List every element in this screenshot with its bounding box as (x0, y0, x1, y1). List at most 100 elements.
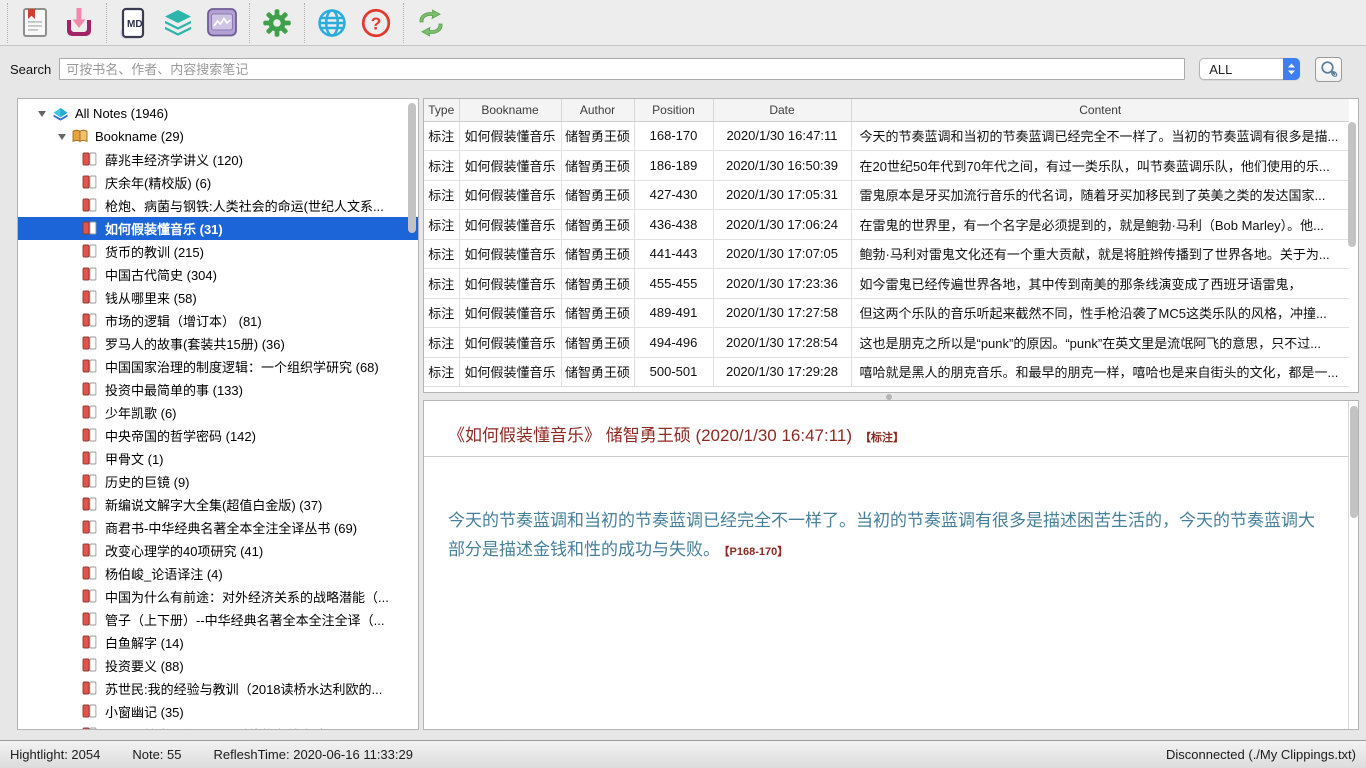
table-scrollbar-thumb[interactable] (1348, 122, 1356, 247)
column-header[interactable]: Position (634, 99, 713, 121)
detail-divider (424, 456, 1348, 457)
table-header-row: TypeBooknameAuthorPositionDateContent (424, 99, 1349, 121)
column-header[interactable]: Content (851, 99, 1349, 121)
sidebar-item-label: 投资要义 (88) (105, 656, 184, 675)
statistics-chart-icon[interactable] (200, 3, 244, 43)
sidebar-item[interactable]: 苏世民:我的经验与教训（2018读桥水达利欧的... (18, 677, 418, 700)
search-label: Search (10, 62, 51, 77)
sidebar-item-label: 枪炮、病菌与钢铁:人类社会的命运(世纪人文系... (105, 196, 384, 215)
sidebar-item[interactable]: 钱从哪里来 (58) (18, 286, 418, 309)
sidebar-item[interactable]: 货币的教训 (215) (18, 240, 418, 263)
table-cell: 168-170 (634, 121, 713, 151)
table-cell: 427-430 (634, 180, 713, 210)
sidebar-item[interactable]: 中国古代简史 (304) (18, 263, 418, 286)
sidebar-item[interactable]: 薛兆丰经济学讲义 (120) (18, 148, 418, 171)
table-cell: 如何假装懂音乐 (459, 328, 561, 358)
sidebar-scrollbar[interactable] (408, 101, 417, 727)
sidebar-item[interactable]: 中央帝国的哲学密码 (142) (18, 424, 418, 447)
table-row[interactable]: 标注如何假装懂音乐储智勇王硕455-4552020/1/30 17:23:36如… (424, 269, 1349, 299)
table-scrollbar[interactable] (1348, 122, 1357, 390)
sidebar-item[interactable]: 从零开始学写作：个人增值的有效方法 (6) (18, 723, 418, 730)
search-button[interactable] (1315, 57, 1342, 82)
settings-gear-icon[interactable] (255, 3, 299, 43)
table-cell: 如何假装懂音乐 (459, 239, 561, 269)
table-row[interactable]: 标注如何假装懂音乐储智勇王硕436-4382020/1/30 17:06:24在… (424, 210, 1349, 240)
disclosure-triangle-icon[interactable] (38, 111, 46, 117)
book-icon (82, 428, 99, 443)
table-cell: 2020/1/30 17:27:58 (713, 298, 851, 328)
sidebar-scrollbar-thumb[interactable] (408, 103, 416, 233)
table-row[interactable]: 标注如何假装懂音乐储智勇王硕441-4432020/1/30 17:07:05鲍… (424, 239, 1349, 269)
book-icon (82, 520, 99, 535)
sidebar-item[interactable]: 甲骨文 (1) (18, 447, 418, 470)
table-row[interactable]: 标注如何假装懂音乐储智勇王硕427-4302020/1/30 17:05:31雷… (424, 180, 1349, 210)
layers-icon[interactable] (156, 3, 200, 43)
note-type-badge: 【标注】 (860, 432, 904, 444)
notes-document-icon[interactable] (13, 3, 57, 43)
table-row[interactable]: 标注如何假装懂音乐储智勇王硕500-5012020/1/30 17:29:28嘻… (424, 357, 1349, 387)
table-cell: 2020/1/30 16:50:39 (713, 151, 851, 181)
disclosure-triangle-icon[interactable] (58, 134, 66, 140)
sidebar-item[interactable]: 商君书-中华经典名著全本全注全译丛书 (69) (18, 516, 418, 539)
sidebar-item-label: 新编说文解字大全集(超值白金版) (37) (105, 495, 322, 514)
website-globe-icon[interactable] (310, 3, 354, 43)
sidebar-item-label: 庆余年(精校版) (6) (105, 173, 211, 192)
sidebar-item[interactable]: 改变心理学的40项研究 (41) (18, 539, 418, 562)
sidebar-item[interactable]: 少年凯歌 (6) (18, 401, 418, 424)
sidebar-item[interactable]: 投资要义 (88) (18, 654, 418, 677)
bookshelf-icon (72, 129, 89, 144)
markdown-export-icon[interactable]: MD (112, 3, 156, 43)
table-cell: 186-189 (634, 151, 713, 181)
column-header[interactable]: Type (424, 99, 459, 121)
sidebar-item[interactable]: 管子（上下册）--中华经典名著全本全注全译（... (18, 608, 418, 631)
table-row[interactable]: 标注如何假装懂音乐储智勇王硕186-1892020/1/30 16:50:39在… (424, 151, 1349, 181)
table-cell: 2020/1/30 17:05:31 (713, 180, 851, 210)
detail-scrollbar-thumb[interactable] (1350, 406, 1358, 518)
sidebar-item[interactable]: 新编说文解字大全集(超值白金版) (37) (18, 493, 418, 516)
sidebar-item-label: 苏世民:我的经验与教训（2018读桥水达利欧的... (105, 679, 382, 698)
book-icon (82, 290, 99, 305)
book-icon (82, 175, 99, 190)
column-header[interactable]: Author (561, 99, 634, 121)
detail-scrollbar[interactable] (1348, 401, 1349, 729)
table-row[interactable]: 标注如何假装懂音乐储智勇王硕489-4912020/1/30 17:27:58但… (424, 298, 1349, 328)
filter-dropdown[interactable]: ALL (1199, 58, 1300, 80)
sidebar-item[interactable]: 白鱼解字 (14) (18, 631, 418, 654)
sidebar-item[interactable]: Bookname (29) (18, 125, 418, 148)
status-connection: Disconnected (./My Clippings.txt) (1166, 747, 1356, 762)
sidebar-item[interactable]: 小窗幽记 (35) (18, 700, 418, 723)
sidebar-item[interactable]: 市场的逻辑（增订本） (81) (18, 309, 418, 332)
sidebar-item[interactable]: 历史的巨镜 (9) (18, 470, 418, 493)
sidebar-item[interactable]: 枪炮、病菌与钢铁:人类社会的命运(世纪人文系... (18, 194, 418, 217)
refresh-sync-icon[interactable] (409, 3, 453, 43)
column-header[interactable]: Bookname (459, 99, 561, 121)
book-icon (82, 612, 99, 627)
table-cell: 如何假装懂音乐 (459, 210, 561, 240)
table-cell: 2020/1/30 17:28:54 (713, 328, 851, 358)
table-cell: 但这两个乐队的音乐听起来截然不同，性手枪沿袭了MC5这类乐队的风格，冲撞... (851, 298, 1349, 328)
sidebar-item[interactable]: 投资中最简单的事 (133) (18, 378, 418, 401)
sidebar-item[interactable]: 罗马人的故事(套装共15册) (36) (18, 332, 418, 355)
sidebar-item-label: 中国为什么有前途：对外经济关系的战略潜能（... (105, 587, 389, 606)
globe-glyph (317, 8, 347, 38)
table-cell: 标注 (424, 151, 459, 181)
sidebar-item[interactable]: 中国国家治理的制度逻辑：一个组织学研究 (68) (18, 355, 418, 378)
book-icon (82, 405, 99, 420)
sidebar-item[interactable]: 庆余年(精校版) (6) (18, 171, 418, 194)
sidebar-item-selected[interactable]: 如何假装懂音乐 (31) (18, 217, 418, 240)
table-row[interactable]: 标注如何假装懂音乐储智勇王硕168-1702020/1/30 16:47:11今… (424, 121, 1349, 151)
notes-document-glyph (20, 7, 50, 39)
column-header[interactable]: Date (713, 99, 851, 121)
table-cell: 2020/1/30 17:06:24 (713, 210, 851, 240)
table-cell: 标注 (424, 269, 459, 299)
sidebar-item[interactable]: 中国为什么有前途：对外经济关系的战略潜能（... (18, 585, 418, 608)
import-clippings-icon[interactable] (57, 3, 101, 43)
search-input[interactable] (59, 58, 1185, 80)
table-cell: 今天的节奏蓝调和当初的节奏蓝调已经完全不一样了。当初的节奏蓝调有很多是描... (851, 121, 1349, 151)
sidebar-item[interactable]: All Notes (1946) (18, 102, 418, 125)
layers-glyph (162, 8, 194, 38)
sidebar-item[interactable]: 杨伯峻_论语译注 (4) (18, 562, 418, 585)
help-icon[interactable]: ? (354, 3, 398, 43)
table-cell: 标注 (424, 298, 459, 328)
table-row[interactable]: 标注如何假装懂音乐储智勇王硕494-4962020/1/30 17:28:54这… (424, 328, 1349, 358)
